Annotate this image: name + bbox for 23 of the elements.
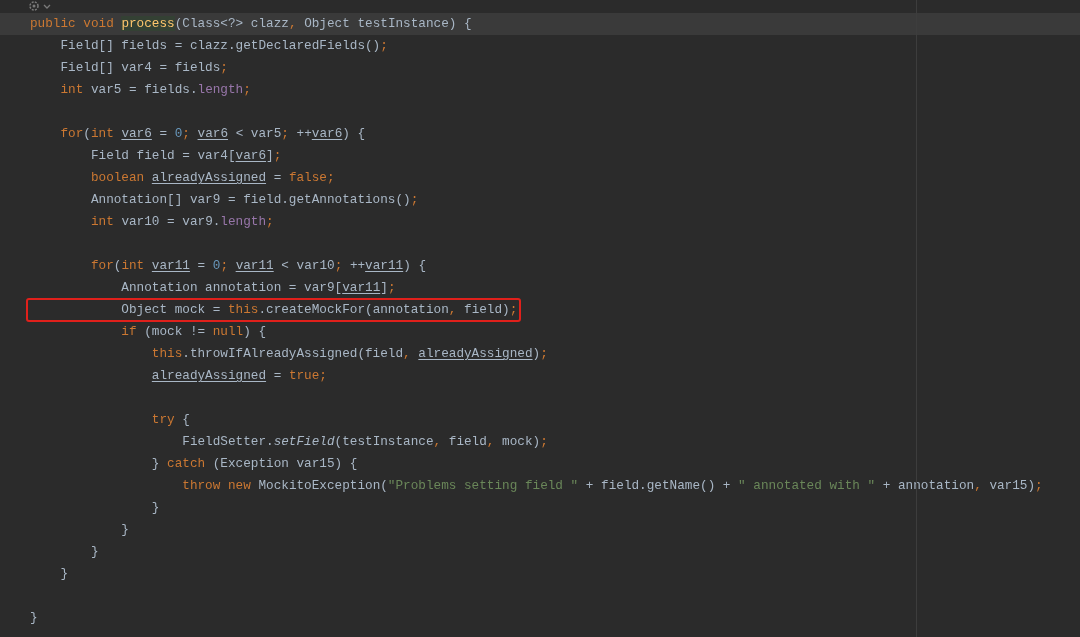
code-line: Annotation[] var9 = field.getAnnotations(); xyxy=(89,191,420,209)
code-line: for(int var11 = 0; var11 < var10; ++var11) { xyxy=(89,257,428,275)
code-line: } xyxy=(89,543,100,561)
code-line: try { xyxy=(150,411,191,429)
code-line: } xyxy=(59,565,70,583)
code-line: throw new MockitoException("Problems setting field " + field.getName() + " annotated with " + annotation, var15); xyxy=(181,477,1044,495)
code-line: } xyxy=(29,609,39,627)
code-line: int var5 = fields.length; xyxy=(59,81,252,99)
code-line: } xyxy=(150,499,161,517)
code-line: public void process(Class<?> clazz, Object testInstance) { xyxy=(29,15,473,33)
code-line: if (mock != null) { xyxy=(120,323,268,341)
code-line: alreadyAssigned = true; xyxy=(150,367,328,385)
code-line: int var10 = var9.length; xyxy=(89,213,275,231)
code-line: } catch (Exception var15) { xyxy=(150,455,359,473)
code-line: Field field = var4[var6]; xyxy=(89,147,283,165)
code-line: this.throwIfAlreadyAssigned(field, alreadyAssigned); xyxy=(150,345,549,363)
code-line: Annotation annotation = var9[var11]; xyxy=(120,279,397,297)
code-line: for(int var6 = 0; var6 < var5; ++var6) { xyxy=(59,125,367,143)
code-line: boolean alreadyAssigned = false; xyxy=(89,169,336,187)
code-line: FieldSetter.setField(testInstance, field, mock); xyxy=(181,433,549,451)
code-line: Field[] fields = clazz.getDeclaredFields(); xyxy=(59,37,389,55)
code-line: Field[] var4 = fields; xyxy=(59,59,229,77)
code-line: } xyxy=(120,521,130,539)
